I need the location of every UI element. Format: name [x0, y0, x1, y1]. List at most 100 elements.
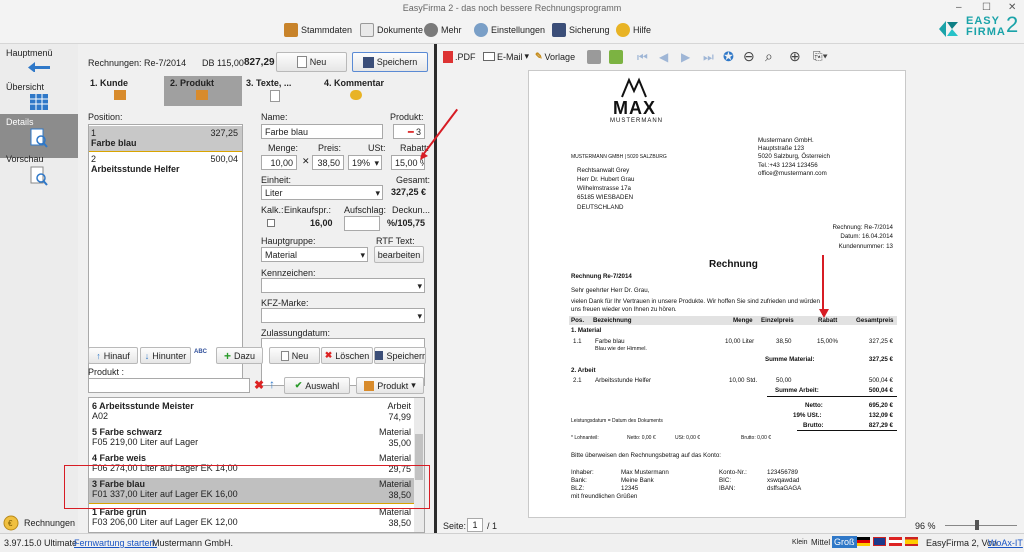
minimize-button[interactable]: – — [956, 2, 962, 13]
comment-icon — [350, 90, 362, 100]
mark-select[interactable]: ▾ — [261, 278, 425, 293]
size-large-option[interactable]: Groß — [832, 536, 857, 548]
list-item[interactable]: 5 Farbe schwarz Material F05 219,00 Liter… — [89, 426, 415, 452]
menu-mehr[interactable]: Mehr — [424, 22, 462, 38]
previous-page-icon[interactable]: ◀ — [659, 50, 668, 64]
tab-comment[interactable]: 4. Kommentar — [318, 76, 390, 106]
flag-es-icon[interactable] — [905, 537, 918, 546]
add-position-button[interactable]: + Dazu — [216, 347, 263, 364]
company-line: Tel.:+43 1234 123456 — [758, 162, 818, 169]
author-link[interactable]: WoAx-IT — [988, 538, 1023, 548]
invoice-meta: Kundennummer: 13 — [838, 243, 893, 250]
first-page-icon[interactable]: ⏮ — [637, 50, 648, 65]
move-down-button[interactable]: ↓ Hinunter — [140, 347, 191, 364]
flag-uk-icon[interactable] — [873, 537, 886, 546]
save-invoice-button[interactable]: Speichern — [352, 52, 428, 72]
quantity-input[interactable]: 10,00 — [261, 155, 297, 170]
list-item[interactable]: 1 Farbe grün Material F03 206,00 Liter au… — [89, 506, 415, 532]
texts-icon — [270, 90, 280, 102]
position-row[interactable]: 1 327,25 Farbe blau — [89, 126, 242, 152]
sort-abc-icon[interactable]: ABC — [194, 349, 207, 355]
nav-main-menu[interactable]: Hauptmenü — [6, 48, 53, 58]
arrow-down-icon: ↓ — [144, 350, 150, 361]
sort-up-icon[interactable]: ↑ — [269, 377, 275, 391]
last-page-icon[interactable]: ⏭ — [703, 50, 714, 65]
invoices-coins-icon[interactable]: € — [2, 514, 20, 532]
menu-sicherung[interactable]: Sicherung — [552, 22, 610, 38]
new-position-button[interactable]: Neu — [269, 347, 320, 364]
remote-support-link[interactable]: Fernwartung starten. — [74, 538, 157, 548]
nav-overview[interactable]: Übersicht — [6, 82, 44, 92]
export-pdf-button[interactable]: .PDF — [443, 51, 476, 63]
nav-preview[interactable]: Vorschau — [6, 154, 44, 164]
flag-at-icon[interactable] — [889, 537, 902, 546]
product-menu-button[interactable]: Produkt ▾ — [356, 377, 424, 394]
email-button[interactable]: E-Mail ▾ — [483, 51, 529, 62]
printer-icon[interactable] — [587, 50, 601, 64]
calc-checkbox[interactable] — [267, 219, 275, 227]
recipient-line: Herr Dr. Hubert Grau — [577, 176, 635, 183]
invoice-page: MAX MUSTERMANN MUSTERMANN GMBH | 5020 SA… — [528, 70, 906, 518]
company-line: Mustermann GmbH. — [758, 137, 814, 144]
print-settings-icon[interactable] — [609, 50, 623, 64]
gross-value: 827,29 € — [868, 422, 893, 429]
zoom-out-icon[interactable]: ⊖ — [743, 48, 755, 65]
rtf-edit-button[interactable]: bearbeiten — [374, 246, 424, 263]
page-label: Seite: — [443, 521, 467, 531]
next-page-icon[interactable]: ▶ — [681, 50, 690, 64]
vat-label: USt: — [368, 143, 386, 153]
col-header: Menge — [733, 317, 753, 324]
chevron-down-icon: ▾ — [411, 380, 416, 390]
nav-invoices[interactable]: Rechnungen — [24, 518, 75, 528]
item-total: 327,25 € — [868, 338, 893, 345]
kfz-select[interactable]: ▾ — [261, 308, 425, 323]
group-select[interactable]: Material ▾ — [261, 247, 368, 262]
tab-customer[interactable]: 1. Kunde — [84, 76, 134, 106]
delete-position-button[interactable]: ✖ Löschen — [321, 347, 373, 364]
size-medium-option[interactable]: Mittel — [811, 538, 830, 547]
wage-share-vat: USt: 0,00 € — [675, 435, 701, 441]
menu-hilfe[interactable]: Hilfe — [616, 22, 651, 38]
zoom-slider-handle[interactable] — [975, 520, 979, 530]
new-invoice-button[interactable]: Neu — [276, 52, 347, 72]
unit-select[interactable]: Liter ▾ — [261, 185, 383, 200]
item-pos: 1.1 — [573, 338, 582, 345]
menu-einstellungen[interactable]: Einstellungen — [474, 22, 545, 38]
page-setup-icon[interactable]: ⎘▾ — [813, 49, 828, 64]
clear-search-icon[interactable]: ✖ — [254, 378, 264, 392]
move-up-button[interactable]: ↑ Hinauf — [88, 347, 138, 364]
product-search-label: Produkt : — [88, 367, 125, 377]
position-row[interactable]: 2 500,04 Arbeitsstunde Helfer — [89, 152, 242, 178]
markup-input[interactable] — [344, 216, 380, 231]
product-number-input[interactable]: ━ 3 — [393, 124, 425, 139]
menu-dokumente[interactable]: Dokumente — [360, 22, 423, 38]
zoom-in-icon[interactable]: ⊕ — [789, 48, 801, 65]
back-arrow-icon[interactable] — [28, 62, 50, 72]
page-input[interactable]: 1 — [467, 518, 483, 532]
vat-select[interactable]: 19% ▾ — [348, 155, 382, 170]
bank-label: Inhaber: — [571, 469, 594, 476]
preview-search-icon[interactable] — [30, 166, 48, 186]
nav-details-selected[interactable]: Details — [0, 114, 78, 158]
name-label: Name: — [261, 112, 288, 122]
menu-stammdaten[interactable]: Stammdaten — [284, 22, 352, 38]
save-position-button[interactable]: Speicherr — [374, 347, 426, 364]
invoice-editor-panel: Rechnungen: Re-7/2014 DB 115,00 827,29 N… — [64, 44, 434, 533]
tab-product[interactable]: 2. Produkt — [164, 76, 242, 106]
table-grid-icon[interactable] — [30, 94, 48, 110]
template-button[interactable]: ✎ Vorlage — [535, 51, 575, 62]
maximize-button[interactable]: ☐ — [982, 2, 991, 13]
price-input[interactable]: 38,50 — [312, 155, 344, 170]
subtotal-value: 327,25 € — [868, 356, 893, 363]
cash-register-icon — [284, 23, 298, 37]
zoom-slider[interactable] — [945, 525, 1017, 526]
flag-de-icon[interactable] — [857, 537, 870, 546]
compass-icon[interactable]: ✪ — [723, 49, 734, 65]
size-small-option[interactable]: Klein — [792, 539, 808, 546]
list-item[interactable]: 6 Arbeitsstunde Meister Arbeit A02 74,99 — [89, 400, 415, 426]
name-input[interactable]: Farbe blau — [261, 124, 383, 139]
select-product-button[interactable]: ✔ Auswahl — [284, 377, 350, 394]
tab-texts[interactable]: 3. Texte, ... — [240, 76, 297, 106]
zoom-icon[interactable]: ⌕ — [765, 48, 773, 65]
product-search-input[interactable] — [88, 378, 250, 393]
